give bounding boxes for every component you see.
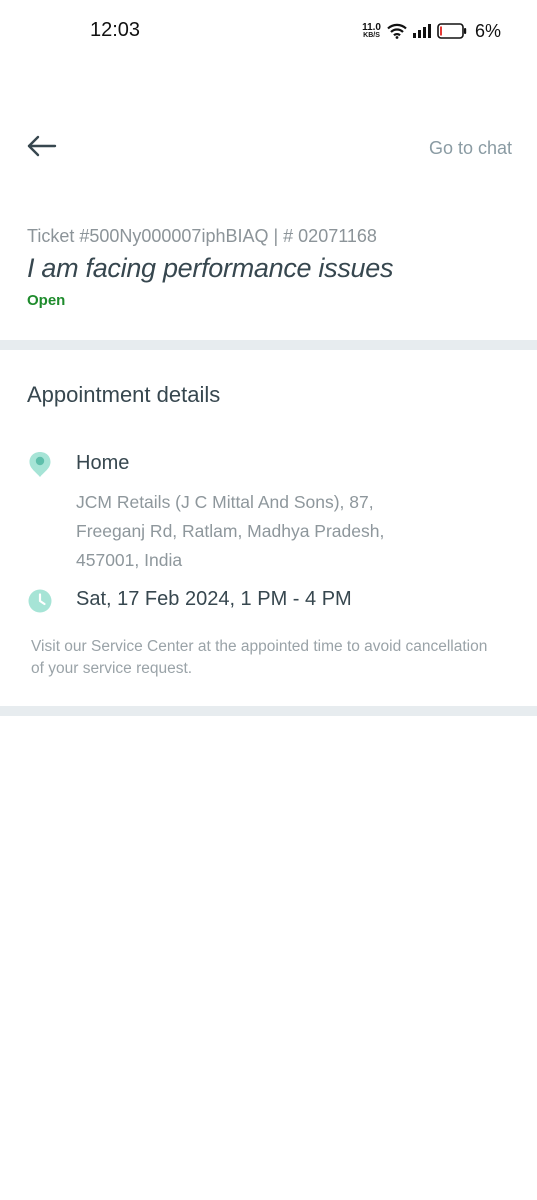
status-bar: 12:03 11.0 KB/S 6% — [0, 0, 537, 60]
appointment-datetime: Sat, 17 Feb 2024, 1 PM - 4 PM — [76, 588, 352, 610]
network-speed-value: 11.0 — [362, 21, 381, 33]
status-time: 12:03 — [90, 19, 141, 41]
network-speed-unit: KB/S — [363, 31, 380, 39]
address-line: Freeganj Rd, Ratlam, Madhya Pradesh, — [76, 521, 385, 541]
ticket-id: Ticket #500Ny000007iphBIAQ | # 02071168 — [27, 226, 377, 246]
status-icons: 11.0 KB/S 6% — [362, 19, 501, 43]
appointment-note: Visit our Service Center at the appointe… — [31, 638, 488, 677]
battery-percentage: 6% — [474, 20, 501, 41]
wifi-icon — [387, 23, 407, 39]
section-divider — [0, 340, 537, 350]
address-line: 457001, India — [76, 550, 183, 570]
location-label: Home — [76, 452, 130, 474]
ticket-info: Ticket #500Ny000007iphBIAQ | # 02071168 … — [27, 226, 517, 309]
location-pin-icon — [29, 452, 51, 477]
address: JCM Retails (J C Mittal And Sons), 87, F… — [76, 488, 456, 575]
ticket-title: I am facing performance issues — [27, 253, 394, 283]
clock-icon — [28, 589, 52, 613]
status-badge: Open — [27, 292, 66, 309]
appointment-heading: Appointment details — [27, 382, 221, 407]
arrow-left-icon — [27, 135, 57, 157]
go-to-chat-link[interactable]: Go to chat — [429, 138, 512, 159]
section-divider — [0, 706, 537, 716]
network-speed: 11.0 KB/S — [362, 21, 381, 40]
back-button[interactable] — [22, 130, 62, 162]
header: Go to chat — [0, 120, 537, 176]
signal-icon — [412, 24, 431, 38]
battery-icon — [437, 23, 467, 39]
address-line: JCM Retails (J C Mittal And Sons), 87, — [76, 492, 374, 512]
